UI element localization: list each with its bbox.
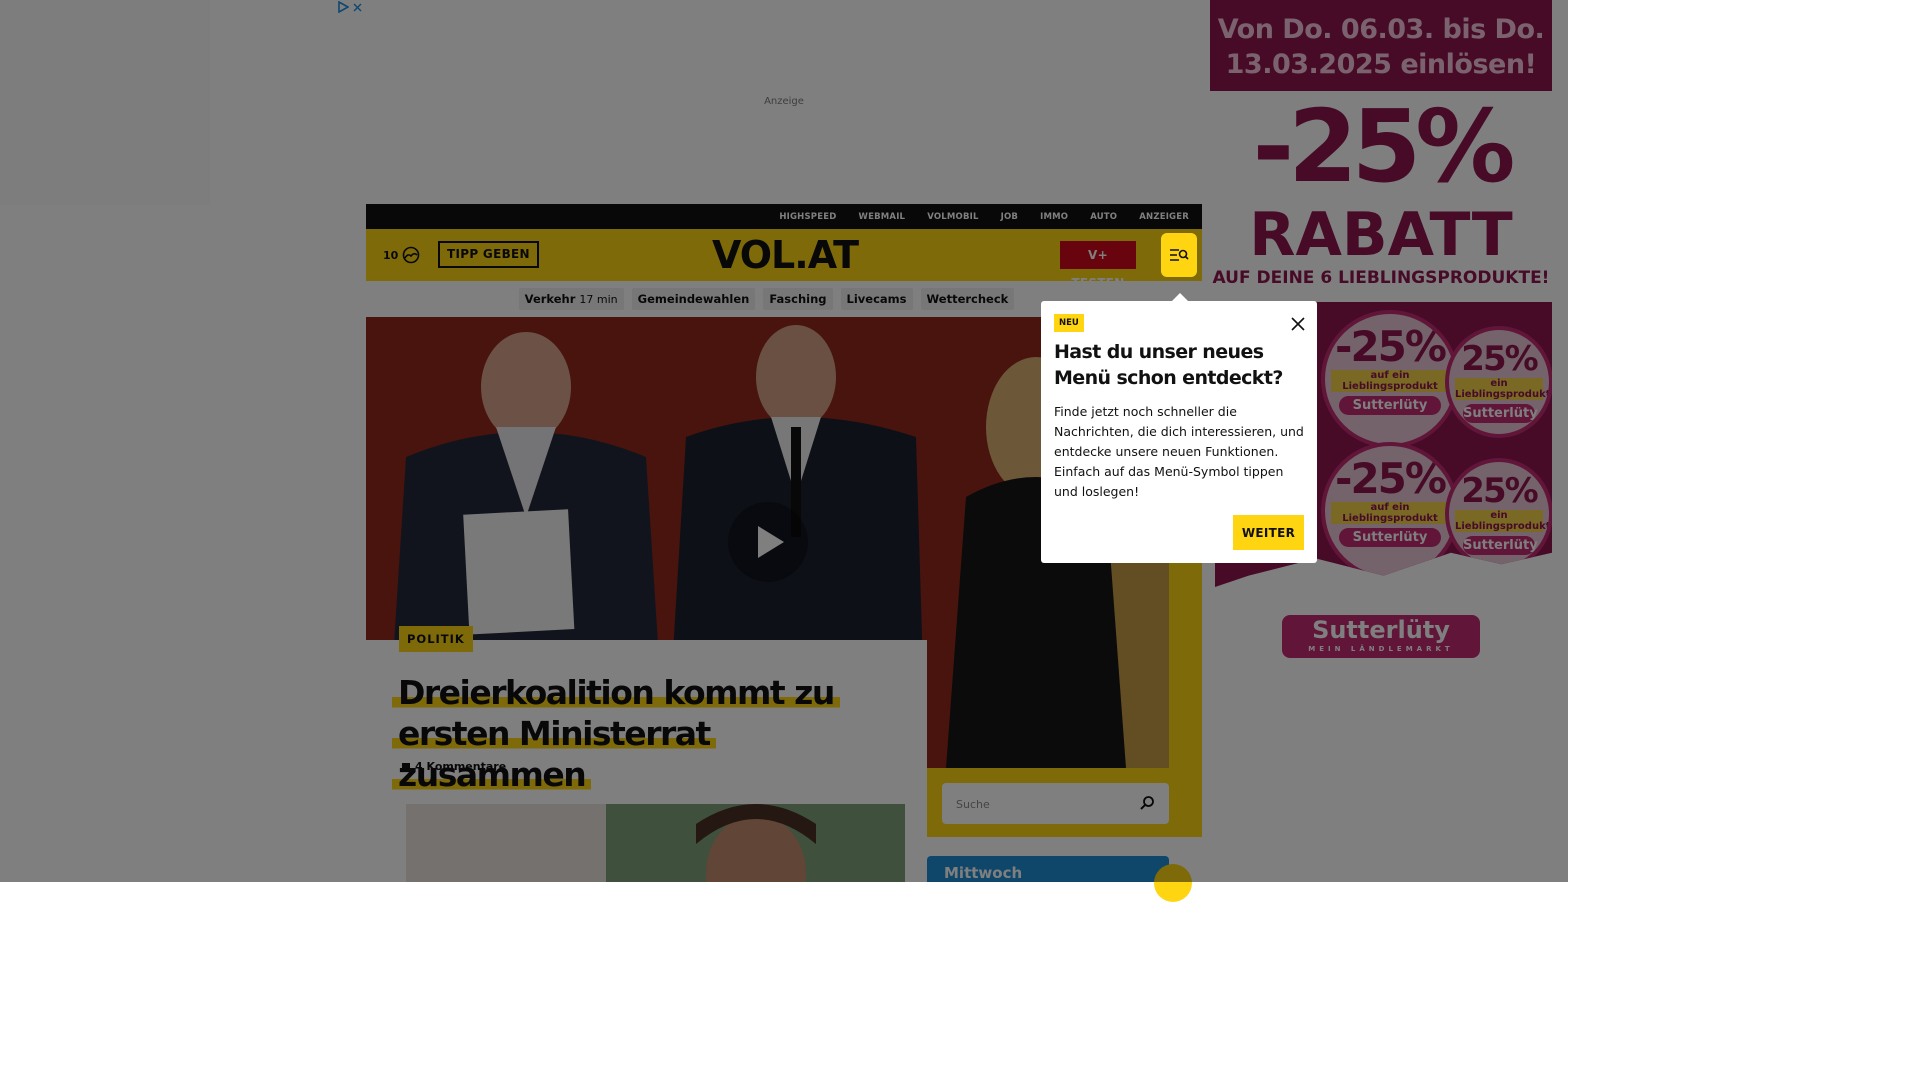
popup-body: Finde jetzt noch schneller die Nachricht… [1054, 404, 1304, 499]
weiter-button[interactable]: WEITER [1233, 515, 1304, 550]
close-icon[interactable] [1290, 316, 1306, 332]
modal-overlay[interactable] [0, 0, 1568, 882]
new-menu-popup: NEU Hast du unser neues Menü schon entde… [1041, 301, 1317, 563]
new-badge: NEU [1054, 314, 1084, 332]
menu-button[interactable] [1161, 233, 1197, 277]
menu-search-icon [1170, 249, 1189, 261]
popup-title: Hast du unser neues Menü schon entdeckt? [1054, 341, 1283, 389]
